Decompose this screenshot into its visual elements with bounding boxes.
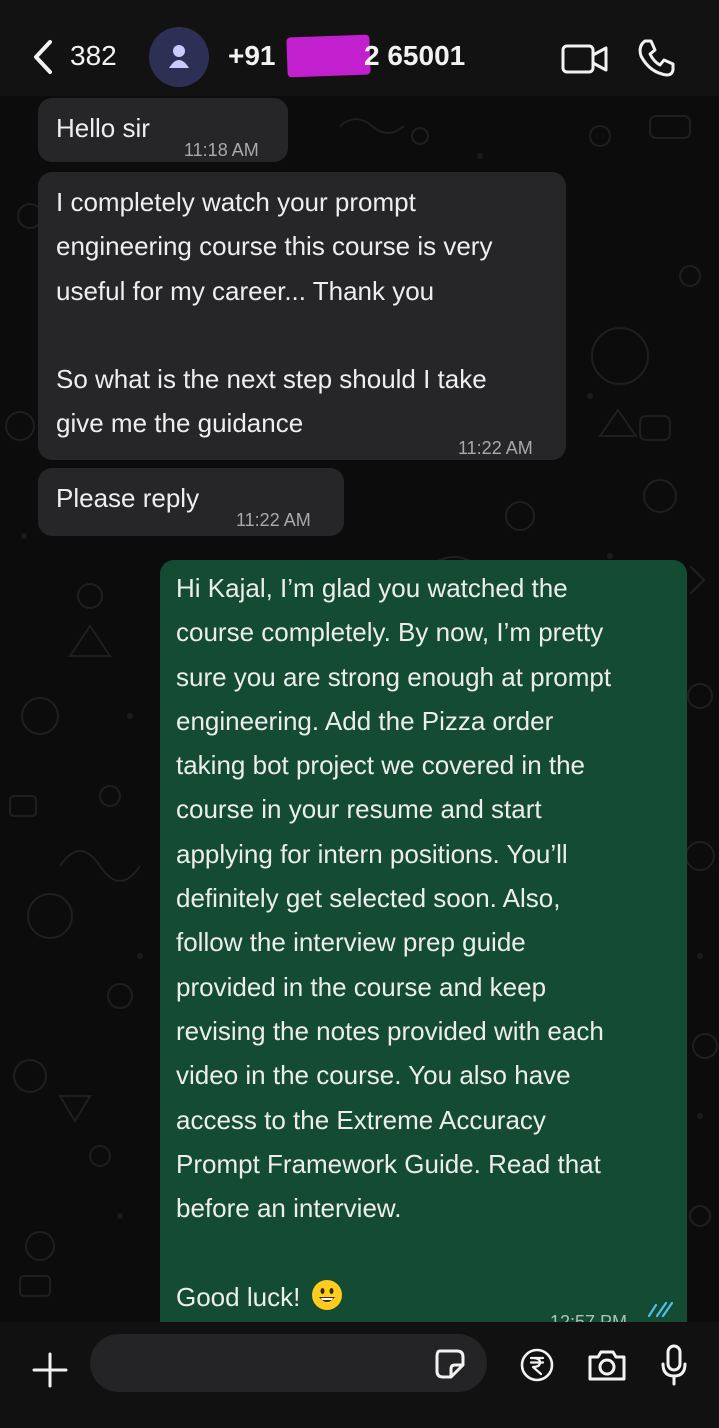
message-input[interactable] xyxy=(90,1334,487,1392)
message-bubble-incoming[interactable]: Please reply 11:22 AM xyxy=(38,468,344,536)
microphone-icon xyxy=(661,1344,687,1386)
message-bubble-outgoing[interactable]: Hi Kajal, I’m glad you watched the cours… xyxy=(160,560,687,1332)
payment-button[interactable] xyxy=(520,1348,554,1387)
message-text: Hi Kajal, I’m glad you watched the cours… xyxy=(176,573,612,1312)
read-receipt-icon xyxy=(648,1302,674,1318)
composer-bar xyxy=(0,1322,719,1428)
message-bubble-incoming[interactable]: I completely watch your prompt engineeri… xyxy=(38,172,566,460)
person-icon xyxy=(169,45,189,68)
redaction-mark xyxy=(286,34,371,78)
video-call-icon xyxy=(561,44,608,74)
voice-message-button[interactable] xyxy=(660,1344,688,1391)
camera-icon xyxy=(588,1350,626,1381)
contact-phone-prefix[interactable]: +91 xyxy=(228,40,276,72)
message-timestamp: 11:22 AM xyxy=(458,438,533,458)
chat-header: 382 +91 ​2 65001 xyxy=(0,0,719,96)
sticker-icon xyxy=(435,1349,465,1379)
chevron-left-icon xyxy=(34,40,52,74)
attach-button[interactable] xyxy=(32,1352,68,1393)
message-timestamp: 11:22 AM xyxy=(236,510,311,530)
plus-icon xyxy=(32,1352,68,1388)
camera-button[interactable] xyxy=(587,1348,627,1387)
video-call-button[interactable] xyxy=(561,42,609,81)
grinning-face-icon xyxy=(311,1279,342,1310)
message-timestamp: 11:18 AM xyxy=(184,140,259,160)
sticker-button[interactable] xyxy=(435,1349,465,1384)
back-button[interactable] xyxy=(30,38,60,76)
rupee-payment-icon xyxy=(520,1348,554,1382)
voice-call-button[interactable] xyxy=(636,38,676,83)
message-text: I completely watch your prompt engineeri… xyxy=(56,187,493,439)
unread-count[interactable]: 382 xyxy=(70,40,117,72)
contact-phone-suffix[interactable]: ​2 65001 xyxy=(364,40,465,72)
message-bubble-incoming[interactable]: Hello sir 11:18 AM xyxy=(38,98,288,162)
phone-icon xyxy=(638,39,675,77)
avatar[interactable] xyxy=(149,27,209,87)
